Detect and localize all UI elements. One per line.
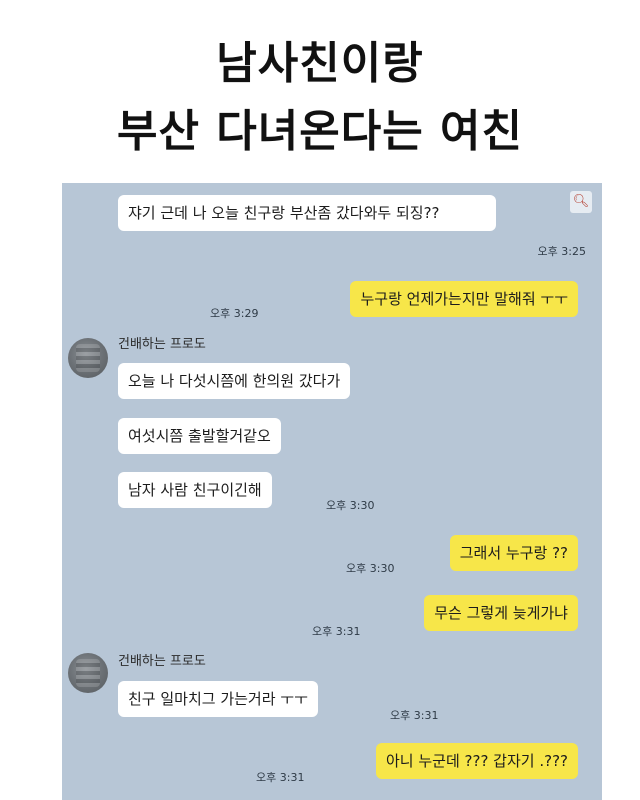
avatar[interactable] [68, 653, 108, 693]
message-time: 오후 3:25 [537, 245, 586, 258]
message-bubble: 친구 일마치그 가는거라 ㅜㅜ [118, 681, 318, 717]
headline-line-2: 부산 다녀온다는 여친 [117, 106, 523, 157]
message-bubble: 누구랑 언제가는지만 말해줘 ㅜㅜ [350, 281, 578, 317]
message-time: 오후 3:31 [390, 709, 439, 722]
message-bubble: 오늘 나 다섯시쯤에 한의원 갔다가 [118, 363, 351, 399]
message-time: 오후 3:31 [256, 771, 305, 784]
avatar[interactable] [68, 338, 108, 378]
chat-screen: 🔍︎ 쟈기 근데 나 오늘 친구랑 부산좀 갔다와두 되징?? 오후 3:25 … [62, 183, 602, 800]
message-bubble: 그래서 누구랑 ?? [449, 535, 578, 571]
message-bubble: 쟈기 근데 나 오늘 친구랑 부산좀 갔다와두 되징?? [118, 195, 496, 231]
sender-name: 건배하는 프로도 [118, 337, 206, 352]
message-bubble: 남자 사람 친구이긴해 [118, 472, 272, 508]
message-time: 오후 3:31 [312, 625, 361, 638]
headline-line-1: 남사친이랑 [216, 38, 424, 89]
message-time: 오후 3:30 [346, 562, 395, 575]
message-bubble: 무슨 그렇게 늦게가냐 [424, 595, 578, 631]
search-icon[interactable]: 🔍︎ [570, 191, 592, 213]
message-time: 오후 3:29 [210, 307, 259, 320]
message-bubble: 여섯시쯤 출발할거같오 [118, 418, 281, 454]
sender-name: 건배하는 프로도 [118, 654, 206, 669]
message-time: 오후 3:30 [326, 499, 375, 512]
message-bubble: 아니 누군데 ??? 갑자기 .??? [375, 743, 578, 779]
